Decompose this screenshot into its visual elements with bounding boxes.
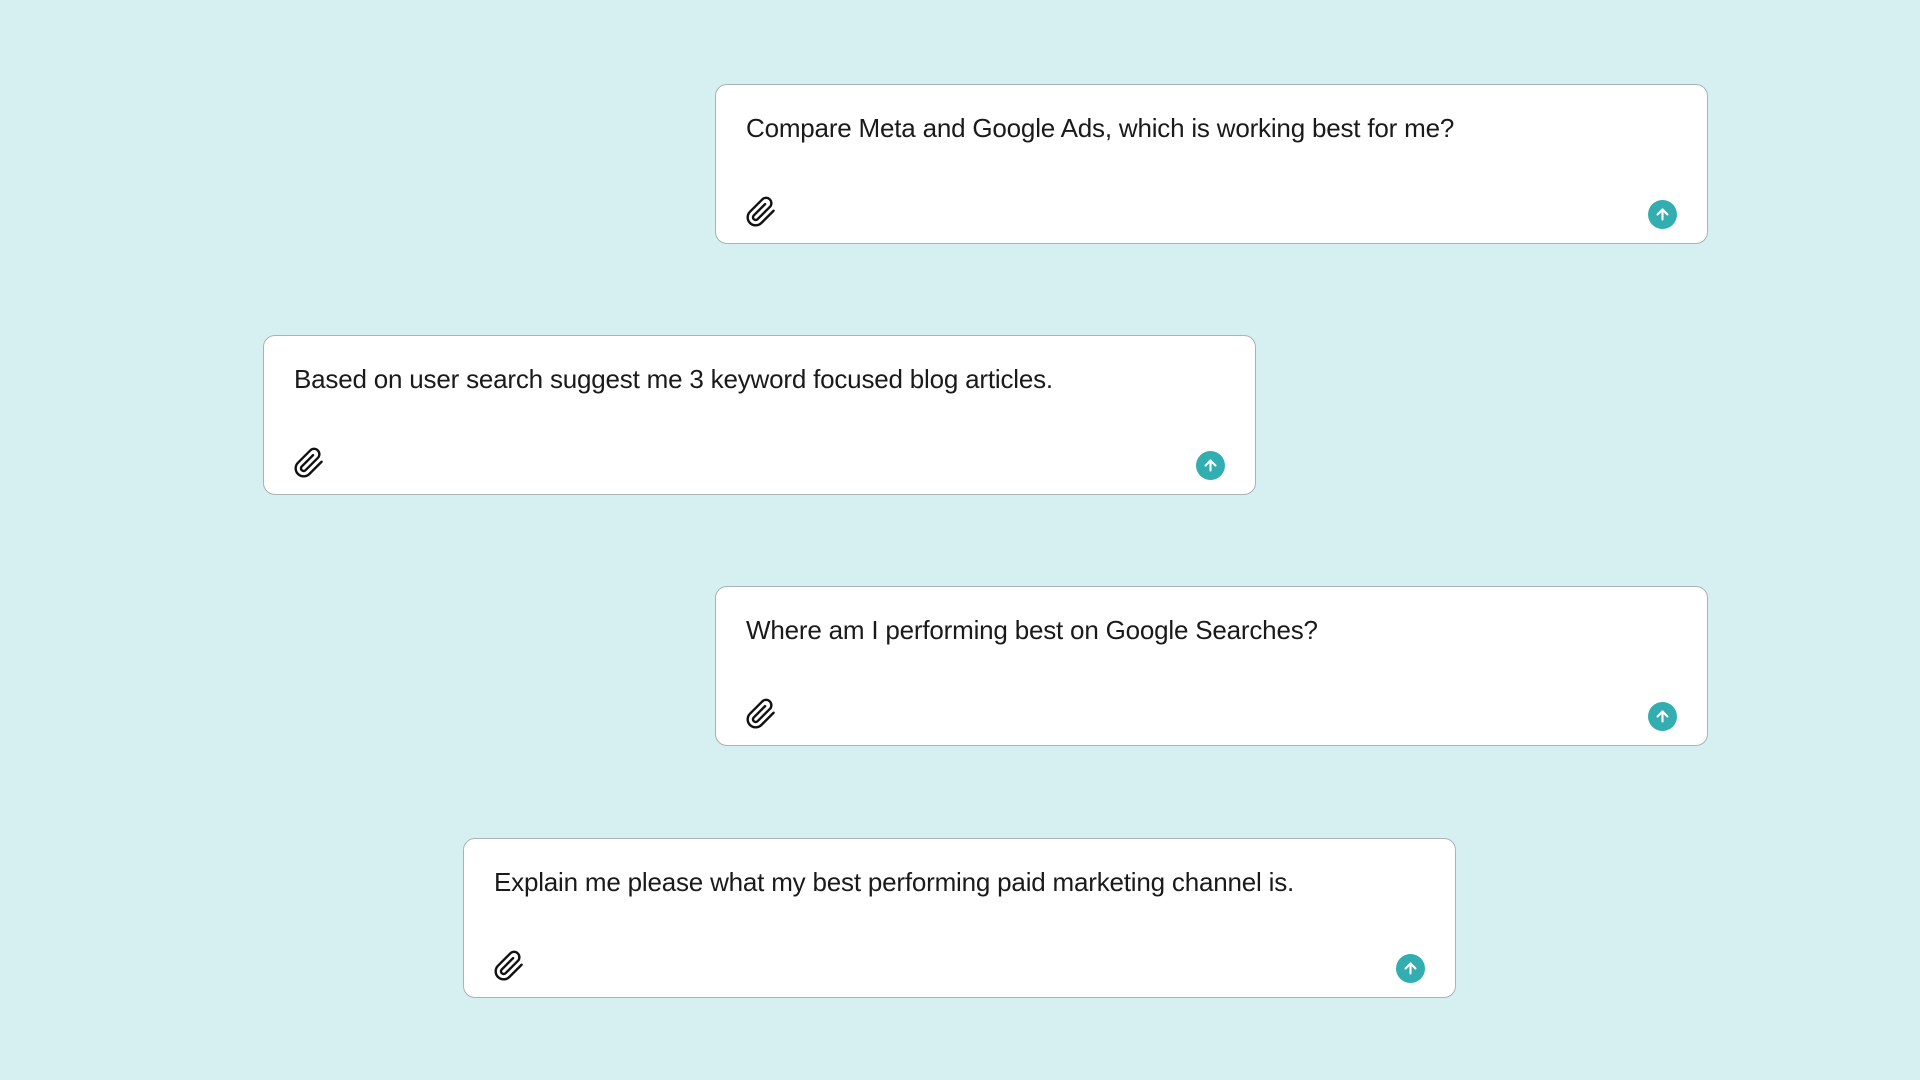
paperclip-icon [494, 950, 523, 981]
prompt-text[interactable]: Based on user search suggest me 3 keywor… [294, 364, 1225, 395]
arrow-up-icon [1656, 208, 1669, 221]
send-button[interactable] [1196, 451, 1225, 480]
prompt-card[interactable]: Where am I performing best on Google Sea… [715, 586, 1708, 746]
send-button[interactable] [1648, 200, 1677, 229]
attach-button[interactable] [744, 697, 778, 731]
send-button[interactable] [1648, 702, 1677, 731]
prompt-text[interactable]: Compare Meta and Google Ads, which is wo… [746, 113, 1677, 144]
prompt-showcase: { "colors": { "background": "#d6eff0", "… [0, 0, 1920, 1080]
attach-button[interactable] [292, 446, 326, 480]
attach-button[interactable] [744, 195, 778, 229]
paperclip-icon [746, 698, 775, 729]
send-button[interactable] [1396, 954, 1425, 983]
arrow-up-icon [1204, 459, 1217, 472]
prompt-text[interactable]: Where am I performing best on Google Sea… [746, 615, 1677, 646]
prompt-card[interactable]: Explain me please what my best performin… [463, 838, 1456, 998]
prompt-card[interactable]: Based on user search suggest me 3 keywor… [263, 335, 1256, 495]
paperclip-icon [746, 196, 775, 227]
attach-button[interactable] [492, 949, 526, 983]
prompt-text[interactable]: Explain me please what my best performin… [494, 867, 1425, 898]
prompt-card[interactable]: Compare Meta and Google Ads, which is wo… [715, 84, 1708, 244]
arrow-up-icon [1404, 962, 1417, 975]
arrow-up-icon [1656, 710, 1669, 723]
paperclip-icon [294, 447, 323, 478]
